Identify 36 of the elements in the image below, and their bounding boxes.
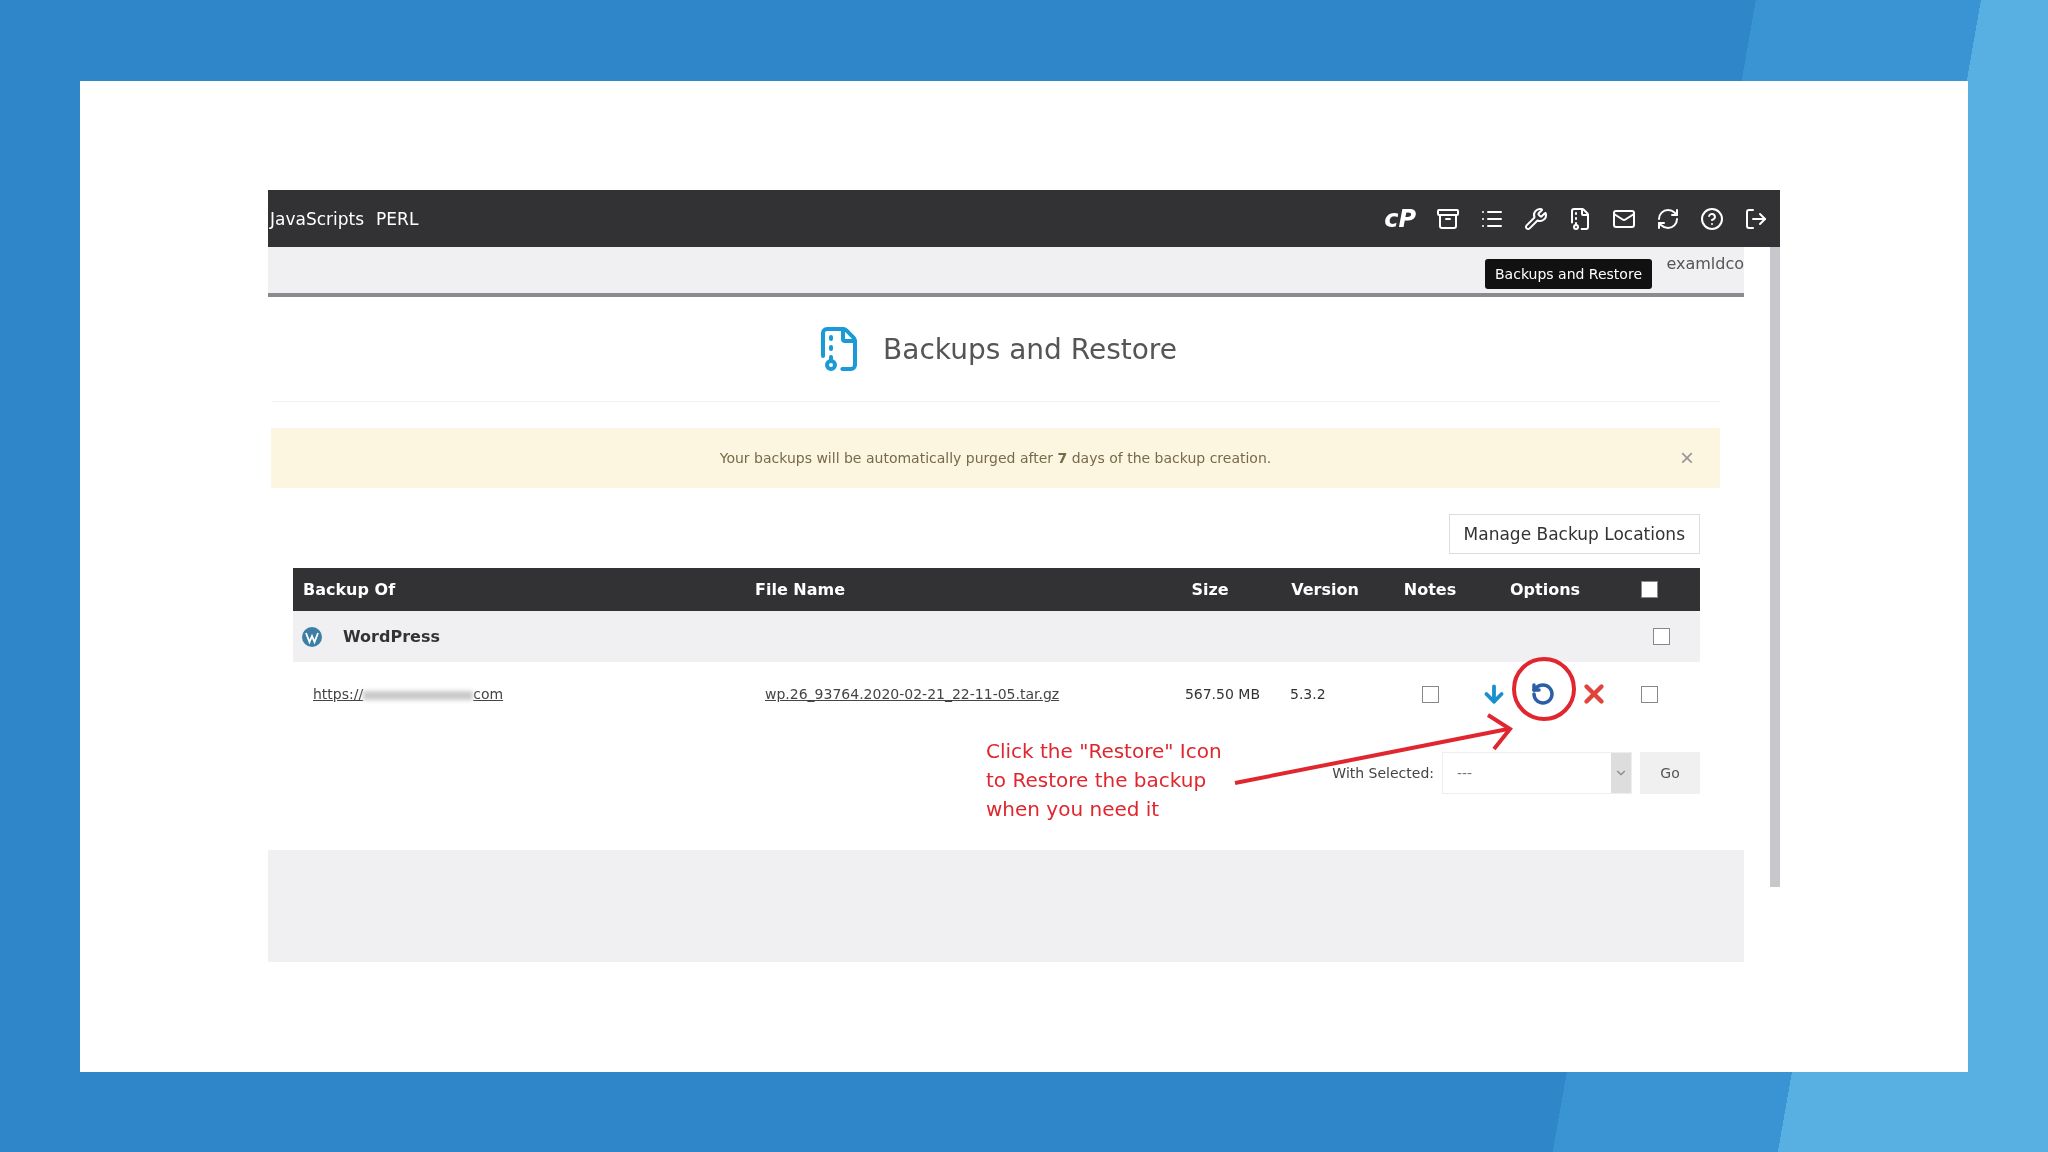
alert-text: Your backups will be automatically purged after 7 days of the backup creation.	[719, 450, 1272, 466]
page-title: Backups and Restore	[883, 332, 1177, 366]
column-header: Notes	[1402, 580, 1458, 599]
restore-button[interactable]	[1531, 682, 1555, 706]
column-header: Version	[1290, 580, 1360, 599]
annotation-text: Click the "Restore" Icon to Restore the backup when you need it	[986, 738, 1222, 823]
logout-icon[interactable]	[1744, 206, 1768, 231]
site-link[interactable]: https:// com	[293, 686, 755, 702]
notes-checkbox[interactable]	[1421, 685, 1439, 703]
tooltip: Backups and Restore	[1485, 259, 1652, 289]
wordpress-icon	[301, 625, 323, 648]
with-selected-label: With Selected:	[1332, 765, 1434, 781]
select-all-checkbox[interactable]	[1640, 581, 1658, 598]
highlight-circle	[1512, 657, 1576, 721]
row-checkbox[interactable]	[1640, 685, 1658, 703]
wrench-icon[interactable]	[1524, 206, 1548, 231]
column-header: File Name	[755, 580, 847, 599]
refresh-icon[interactable]	[1656, 206, 1680, 231]
row-checkbox[interactable]	[1652, 628, 1670, 645]
manage-locations-button[interactable]: Manage Backup Locations	[1448, 514, 1700, 554]
go-button[interactable]: Go	[1640, 752, 1700, 794]
column-header: Size	[1190, 580, 1230, 599]
group-name: WordPress	[343, 627, 440, 646]
table-cell-text: 567.50 MB	[1183, 686, 1261, 702]
file-link[interactable]: wp.26_93764.2020-02-21_22-11-05.tar.gz	[765, 686, 1060, 702]
help-icon[interactable]	[1700, 206, 1724, 231]
column-header: Options	[1508, 580, 1582, 599]
top-link[interactable]: PERL	[376, 208, 419, 229]
column-header: Backup Of	[302, 580, 397, 599]
logo[interactable]: cP	[1384, 204, 1416, 233]
zip-file-icon[interactable]	[1568, 206, 1592, 231]
table-cell-text: 5.3.2	[1289, 686, 1327, 702]
action-select[interactable]: ---	[1442, 752, 1632, 794]
top-link[interactable]: JavaScripts	[270, 208, 365, 229]
welcome-text: examldco	[1666, 254, 1744, 273]
archive-icon[interactable]	[1436, 206, 1460, 231]
